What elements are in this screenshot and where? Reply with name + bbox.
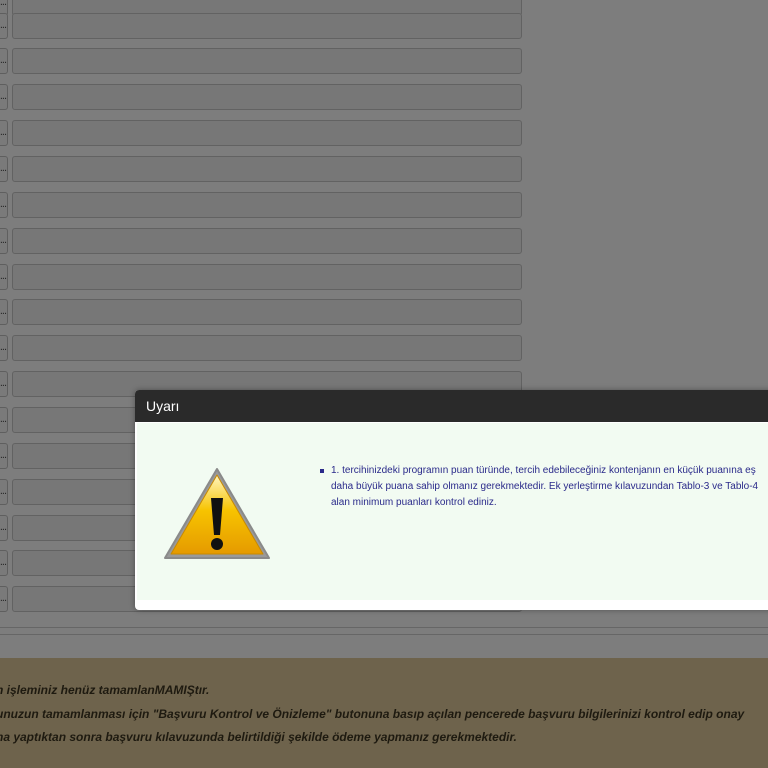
message-line: 1. tercihinizdeki programın puan türünde… xyxy=(331,465,756,476)
row-field[interactable] xyxy=(12,48,522,74)
message-line: daha büyük puana sahip olmanız gerekmekt… xyxy=(331,481,759,492)
row-select-button[interactable]: ... xyxy=(0,120,8,146)
row-select-button[interactable]: ... xyxy=(0,335,8,361)
row-select-button[interactable]: ... xyxy=(0,443,8,469)
form-row: ... xyxy=(0,156,530,184)
row-select-button[interactable]: ... xyxy=(0,48,8,74)
form-row: ... xyxy=(0,120,530,148)
row-field[interactable] xyxy=(12,299,522,325)
row-field[interactable] xyxy=(12,335,522,361)
message-line: alan minimum puanları kontrol ediniz. xyxy=(331,497,497,508)
row-field[interactable] xyxy=(12,13,522,39)
row-select-button[interactable]: ... xyxy=(0,371,8,397)
row-select-button[interactable]: ... xyxy=(0,550,8,576)
row-select-button[interactable]: ... xyxy=(0,156,8,182)
divider xyxy=(0,627,768,628)
form-row: ... xyxy=(0,335,530,363)
warning-message-list: 1. tercihinizdeki programın puan türünde… xyxy=(320,463,768,511)
warning-icon xyxy=(164,468,270,559)
warning-dialog: Uyarı 1. tercihinizdeki programın puan t… xyxy=(135,390,768,610)
form-row: ... xyxy=(0,228,530,256)
form-row: ... xyxy=(0,192,530,220)
row-field[interactable] xyxy=(12,192,522,218)
row-select-button[interactable]: ... xyxy=(0,586,8,612)
row-select-button[interactable]: ... xyxy=(0,84,8,110)
form-row: ... xyxy=(0,299,530,327)
divider xyxy=(0,634,768,635)
row-field[interactable] xyxy=(12,156,522,182)
status-message-panel: n işleminiz henüz tamamlanMAMIŞtır. unuz… xyxy=(0,658,768,768)
form-row: ... xyxy=(0,264,530,292)
row-field[interactable] xyxy=(12,228,522,254)
row-select-button[interactable]: ... xyxy=(0,13,8,39)
row-select-button[interactable]: ... xyxy=(0,192,8,218)
status-message-line-3: na yaptıktan sonra başvuru kılavuzunda b… xyxy=(0,730,517,744)
dialog-body: 1. tercihinizdeki programın puan türünde… xyxy=(137,423,768,600)
status-message-line-1: n işleminiz henüz tamamlanMAMIŞtır. xyxy=(0,683,210,697)
list-item: 1. tercihinizdeki programın puan türünde… xyxy=(320,463,768,511)
form-row: ... xyxy=(0,13,530,41)
row-select-button[interactable]: ... xyxy=(0,407,8,433)
dialog-title: Uyarı xyxy=(146,398,180,414)
row-field[interactable] xyxy=(12,84,522,110)
status-message-line-2: unuzun tamamlanması için "Başvuru Kontro… xyxy=(0,707,745,721)
row-select-button[interactable]: ... xyxy=(0,228,8,254)
bullet-icon xyxy=(320,469,324,473)
row-select-button[interactable]: ... xyxy=(0,479,8,505)
form-row: ... xyxy=(0,48,530,76)
form-row: ... xyxy=(0,84,530,112)
row-field[interactable] xyxy=(12,264,522,290)
row-select-button[interactable]: ... xyxy=(0,264,8,290)
row-field[interactable] xyxy=(12,120,522,146)
dialog-title-bar[interactable]: Uyarı xyxy=(135,390,768,422)
row-select-button[interactable]: ... xyxy=(0,299,8,325)
row-select-button[interactable]: ... xyxy=(0,515,8,541)
